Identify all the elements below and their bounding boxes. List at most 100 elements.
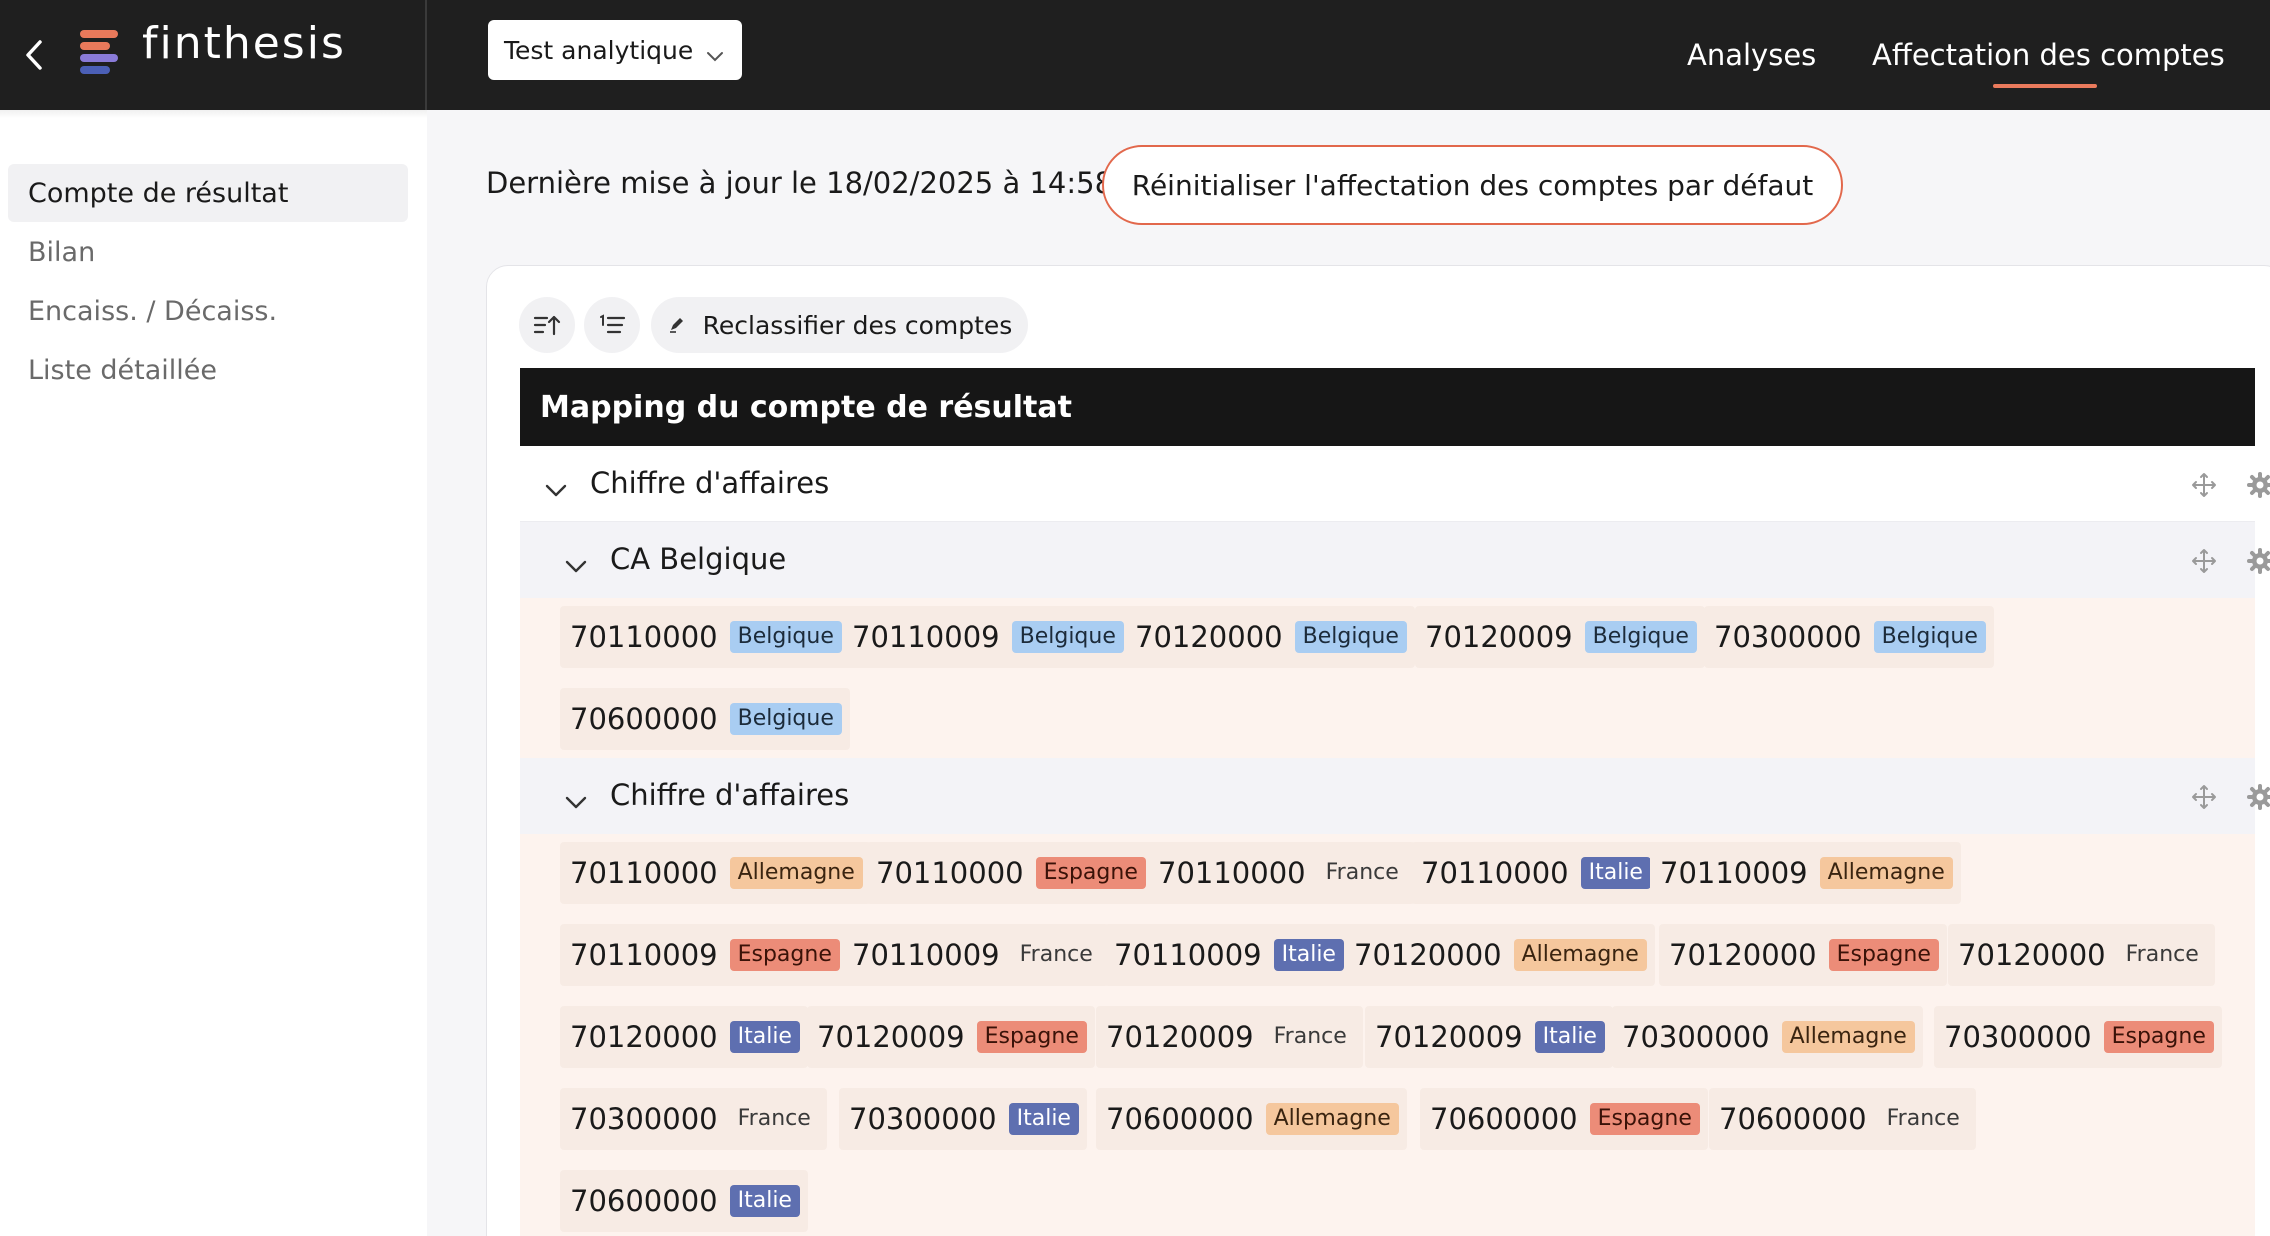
account-tag: Espagne [2103,1021,2214,1053]
account-chip[interactable]: 70600000 France [1709,1088,1976,1150]
pencil-icon [667,311,687,340]
finthesis-logo-icon [80,28,124,74]
account-tag: Allemagne [1513,939,1647,971]
sort-asc-icon[interactable] [519,297,575,353]
account-chip[interactable]: 70110000 Italie [1411,842,1659,904]
account-tag: Espagne [1589,1103,1700,1135]
account-tag: Italie [1534,1021,1605,1053]
chevron-down-icon[interactable] [564,548,588,582]
account-tag: Belgique [729,621,842,653]
group-title: CA Belgique [610,542,787,576]
chevron-down-icon [706,40,724,69]
reset-mapping-button[interactable]: Réinitialiser l'affectation des comptes … [1102,145,1843,225]
account-chip[interactable]: 70110000 Espagne [866,842,1154,904]
account-chip[interactable]: 70110009 Espagne [560,924,848,986]
gear-icon[interactable] [2245,470,2270,500]
account-chip[interactable]: 70600000 Espagne [1420,1088,1708,1150]
account-number: 70120000 [1958,938,2106,972]
account-number: 70300000 [849,1102,997,1136]
account-chip[interactable]: 70300000 Italie [839,1088,1087,1150]
account-number: 70600000 [570,1184,718,1218]
account-chip[interactable]: 70120009 Belgique [1415,606,1705,668]
account-chip[interactable]: 70110000 Belgique [560,606,850,668]
move-icon[interactable] [2189,546,2219,576]
account-chip[interactable]: 70300000 France [560,1088,827,1150]
move-icon[interactable] [2189,782,2219,812]
account-chip[interactable]: 70120009 Italie [1365,1006,1613,1068]
account-tag: Italie [1008,1103,1079,1135]
gear-icon[interactable] [2245,546,2270,576]
account-number: 70600000 [1106,1102,1254,1136]
account-number: 70110000 [570,620,718,654]
account-tag: Allemagne [1781,1021,1915,1053]
group-row-ca-belgique[interactable]: CA Belgique [520,522,2270,598]
sidebar-item-compte-de-resultat[interactable]: Compte de résultat [8,164,408,222]
account-chip[interactable]: 70120000 Espagne [1659,924,1947,986]
account-chip[interactable]: 70300000 Belgique [1704,606,1994,668]
account-chip[interactable]: 70120000 Italie [560,1006,808,1068]
analytic-selector[interactable]: Test analytique [488,20,742,80]
account-number: 70120000 [1354,938,1502,972]
account-chip[interactable]: 70120009 France [1096,1006,1363,1068]
account-number: 70120009 [1106,1020,1254,1054]
nav-analyses[interactable]: Analyses [1687,0,1816,110]
account-tag: Italie [729,1021,800,1053]
account-number: 70110009 [852,620,1000,654]
sidebar-item-liste-detaillee[interactable]: Liste détaillée [8,341,408,399]
account-number: 70120000 [1669,938,1817,972]
active-nav-indicator [1993,84,2097,88]
account-chip[interactable]: 70110000 Allemagne [560,842,871,904]
group-row-chiffre-daffaires[interactable]: Chiffre d'affaires [520,446,2270,522]
account-chip[interactable]: 70300000 Espagne [1934,1006,2222,1068]
account-chip[interactable]: 70120000 Belgique [1125,606,1415,668]
chevron-down-icon[interactable] [564,784,588,818]
top-bar: finthesis Test analytique Analyses Affec… [0,0,2270,110]
move-icon[interactable] [2189,470,2219,500]
account-chip[interactable]: 70110000 France [1148,842,1415,904]
account-chip[interactable]: 70120009 Espagne [807,1006,1095,1068]
account-tag: Espagne [976,1021,1087,1053]
brand-area: finthesis [0,0,427,110]
account-chip[interactable]: 70110009 Italie [1104,924,1352,986]
chevron-left-icon[interactable] [18,33,50,77]
account-chip[interactable]: 70600000 Allemagne [1096,1088,1407,1150]
reclassify-accounts-button[interactable]: Reclassifier des comptes [651,297,1028,353]
account-number: 70120009 [1375,1020,1523,1054]
account-tag: Allemagne [729,857,863,889]
account-number: 70600000 [570,702,718,736]
chevron-down-icon[interactable] [544,472,568,506]
account-chip[interactable]: 70600000 Italie [560,1170,808,1232]
account-number: 70120000 [570,1020,718,1054]
account-chip[interactable]: 70300000 Allemagne [1612,1006,1923,1068]
sidebar-item-bilan[interactable]: Bilan [8,223,408,281]
account-tag: France [2125,942,2199,967]
account-number: 70110000 [876,856,1024,890]
account-number: 70300000 [570,1102,718,1136]
gear-icon[interactable] [2245,782,2270,812]
sidebar: Compte de résultat Bilan Encaiss. / Déca… [0,110,427,1236]
account-tag: Espagne [1828,939,1939,971]
account-chip[interactable]: 70110009 Belgique [842,606,1132,668]
account-chip[interactable]: 70110009 Allemagne [1650,842,1961,904]
numbered-list-icon[interactable] [584,297,640,353]
sidebar-item-encaiss-decaiss[interactable]: Encaiss. / Décaiss. [8,282,408,340]
mapping-title: Mapping du compte de résultat [520,368,2255,446]
group-row-chiffre-daffaires-sub[interactable]: Chiffre d'affaires [520,758,2270,834]
account-chip[interactable]: 70120000 France [1948,924,2215,986]
account-tag: France [1886,1106,1960,1131]
account-tag: France [1325,860,1399,885]
reclassify-label: Reclassifier des comptes [702,310,1013,340]
account-tag: Italie [1580,857,1651,889]
account-chip[interactable]: 70600000 Belgique [560,688,850,750]
account-number: 70300000 [1622,1020,1770,1054]
account-tag: France [1019,942,1093,967]
nav-affectation-des-comptes[interactable]: Affectation des comptes [1872,0,2225,110]
accounts-area-chiffre-daffaires: 70110000 Allemagne 70110000 Espagne 701100… [520,834,2255,1236]
account-tag: Belgique [1873,621,1986,653]
account-tag: Italie [729,1185,800,1217]
account-number: 70110000 [1158,856,1306,890]
account-chip[interactable]: 70120000 Allemagne [1344,924,1655,986]
account-number: 70600000 [1719,1102,1867,1136]
account-chip[interactable]: 70110009 France [842,924,1109,986]
account-number: 70120009 [1425,620,1573,654]
